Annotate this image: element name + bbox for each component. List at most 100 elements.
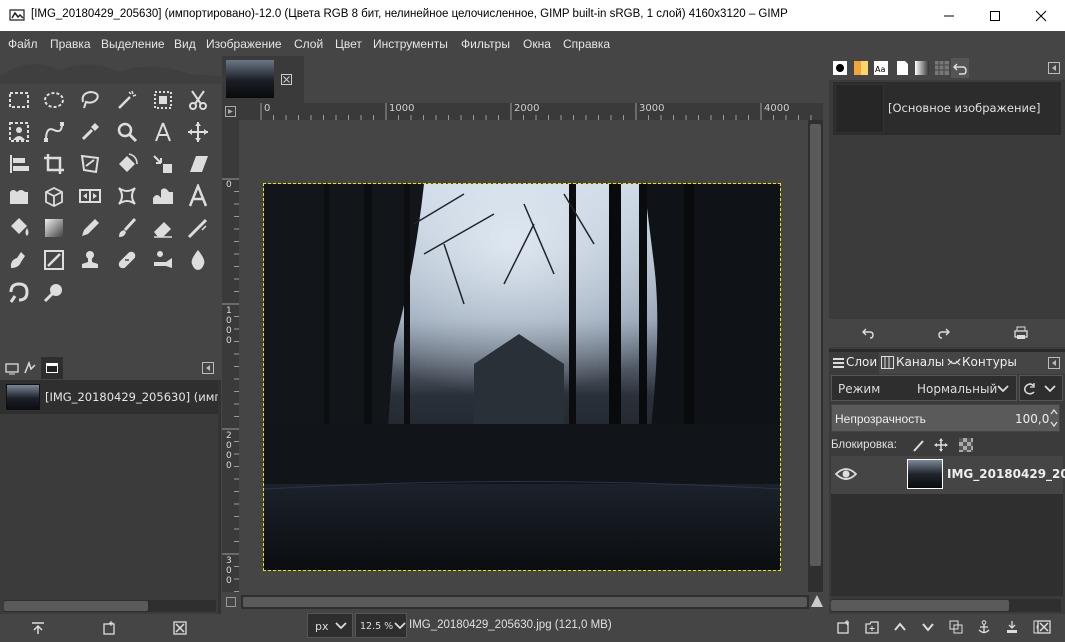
scrollbar-thumb[interactable] <box>243 597 807 607</box>
brushes-tab-icon[interactable] <box>833 61 847 75</box>
undo-history-icon[interactable] <box>23 361 37 375</box>
panel-menu-icon[interactable] <box>1048 62 1060 74</box>
menu-layer[interactable]: Слой <box>294 37 323 51</box>
menu-color[interactable]: Цвет <box>335 37 362 51</box>
bucket-fill-tool[interactable] <box>5 214 33 242</box>
rect-select-tool[interactable] <box>5 86 33 114</box>
tab-paths[interactable]: Контуры <box>945 352 1017 374</box>
eye-icon[interactable] <box>835 466 857 482</box>
lock-position-icon[interactable] <box>934 438 948 452</box>
delete-icon[interactable] <box>173 621 187 635</box>
navigate-icon[interactable] <box>810 594 824 608</box>
smudge-tool[interactable] <box>5 278 33 306</box>
new-display-icon[interactable] <box>102 621 116 635</box>
image-canvas[interactable] <box>263 183 781 571</box>
scrollbar-thumb[interactable] <box>831 600 1009 611</box>
pencil-tool[interactable] <box>76 214 104 242</box>
menu-filters[interactable]: Фильтры <box>461 37 510 51</box>
heal-tool[interactable] <box>113 246 141 274</box>
mypaint-brush-tool[interactable] <box>40 246 68 274</box>
menu-image[interactable]: Изображение <box>206 37 282 51</box>
align-tool[interactable] <box>5 150 33 178</box>
paintbrush-tool[interactable] <box>113 214 141 242</box>
scrollbar-thumb[interactable] <box>4 601 148 611</box>
menu-select[interactable]: Выделение <box>101 37 165 51</box>
images-tab[interactable] <box>41 357 63 379</box>
clone-tool[interactable] <box>76 246 104 274</box>
menu-file[interactable]: Файл <box>8 37 38 51</box>
zoom-tool[interactable] <box>113 118 141 146</box>
free-select-tool[interactable] <box>76 86 104 114</box>
handle-transform-tool[interactable] <box>113 182 141 210</box>
panel-menu-icon[interactable] <box>1048 357 1060 369</box>
close-window-button[interactable] <box>1018 0 1064 31</box>
palette-tab-icon[interactable] <box>935 61 949 75</box>
eraser-tool[interactable] <box>149 214 177 242</box>
layer-row[interactable]: IMG_20180429_20 <box>831 456 1065 494</box>
scissors-select-tool[interactable] <box>184 86 212 114</box>
blur-tool[interactable] <box>184 246 212 274</box>
airbrush-tool[interactable] <box>184 214 212 242</box>
lock-alpha-icon[interactable] <box>959 438 973 452</box>
composite-mode-selector[interactable] <box>1019 375 1063 401</box>
duplicate-layer-icon[interactable] <box>949 620 963 634</box>
minimize-button[interactable] <box>926 0 972 31</box>
patterns-tab-icon[interactable] <box>854 61 868 75</box>
layers-hscrollbar[interactable] <box>831 599 1061 612</box>
perspective-clone-tool[interactable] <box>149 246 177 274</box>
new-layer-group-icon[interactable] <box>865 620 879 634</box>
foreground-select-tool[interactable] <box>5 118 33 146</box>
raise-layer-icon[interactable] <box>893 621 907 633</box>
smudge-bucket-tool[interactable] <box>149 182 177 210</box>
flip-tool[interactable] <box>76 182 104 210</box>
gradient-tool[interactable] <box>40 214 68 242</box>
cage-transform-tool[interactable] <box>5 182 33 210</box>
measure-tool[interactable] <box>149 118 177 146</box>
menu-windows[interactable]: Окна <box>523 37 551 51</box>
raise-view-icon[interactable] <box>31 621 45 635</box>
quick-mask-toggle[interactable] <box>222 593 239 610</box>
undo-icon[interactable] <box>862 327 874 339</box>
canvas-viewport[interactable] <box>239 120 806 592</box>
tab-channels[interactable]: Каналы <box>879 352 945 374</box>
menu-help[interactable]: Справка <box>563 37 610 51</box>
menu-tools[interactable]: Инструменты <box>373 37 448 51</box>
fonts-tab-icon[interactable]: Aa <box>874 61 888 75</box>
tab-layers[interactable]: Слои <box>829 352 879 374</box>
opacity-spin-icon[interactable] <box>1049 406 1059 430</box>
history-item[interactable]: [Основное изображение] <box>833 82 1061 135</box>
quick-mask-corner[interactable] <box>222 103 239 120</box>
device-status-icon[interactable] <box>5 361 19 375</box>
image-list-hscrollbar[interactable] <box>4 600 216 612</box>
panel-menu-icon[interactable] <box>202 362 214 374</box>
merge-layer-icon[interactable] <box>1005 620 1019 634</box>
scrollbar-thumb[interactable] <box>810 124 821 566</box>
lock-pixels-icon[interactable] <box>912 439 925 452</box>
zoom-selector[interactable]: 12.5 % <box>355 613 407 638</box>
new-layer-icon[interactable] <box>837 620 851 634</box>
opacity-slider[interactable]: Непрозрачность 100,0 <box>831 404 1060 432</box>
fuzzy-select-tool[interactable] <box>113 86 141 114</box>
perspective-tool[interactable] <box>40 182 68 210</box>
select-by-color-tool[interactable] <box>149 86 177 114</box>
canvas-vscrollbar[interactable] <box>808 120 823 592</box>
color-picker-tool[interactable] <box>76 118 104 146</box>
rotate-tool[interactable] <box>113 150 141 178</box>
unified-transform-tool[interactable] <box>76 150 104 178</box>
undo-history-tab[interactable] <box>951 58 969 78</box>
image-list-item[interactable]: [IMG_20180429_205630] (имп <box>0 380 222 414</box>
image-tab[interactable] <box>222 56 304 103</box>
close-tab-icon[interactable] <box>281 74 292 85</box>
shear-tool[interactable] <box>184 150 212 178</box>
delete-layer-icon[interactable] <box>1037 620 1051 634</box>
maximize-button[interactable] <box>972 0 1018 31</box>
warp-transform-tool[interactable] <box>149 150 177 178</box>
menu-view[interactable]: Вид <box>174 37 196 51</box>
document-history-icon[interactable] <box>895 61 909 75</box>
text-tool[interactable] <box>184 182 212 210</box>
dodge-burn-tool[interactable] <box>40 278 68 306</box>
anchor-layer-icon[interactable] <box>977 620 991 634</box>
redo-icon[interactable] <box>938 327 950 339</box>
ink-tool[interactable] <box>5 246 33 274</box>
crop-tool[interactable] <box>40 150 68 178</box>
